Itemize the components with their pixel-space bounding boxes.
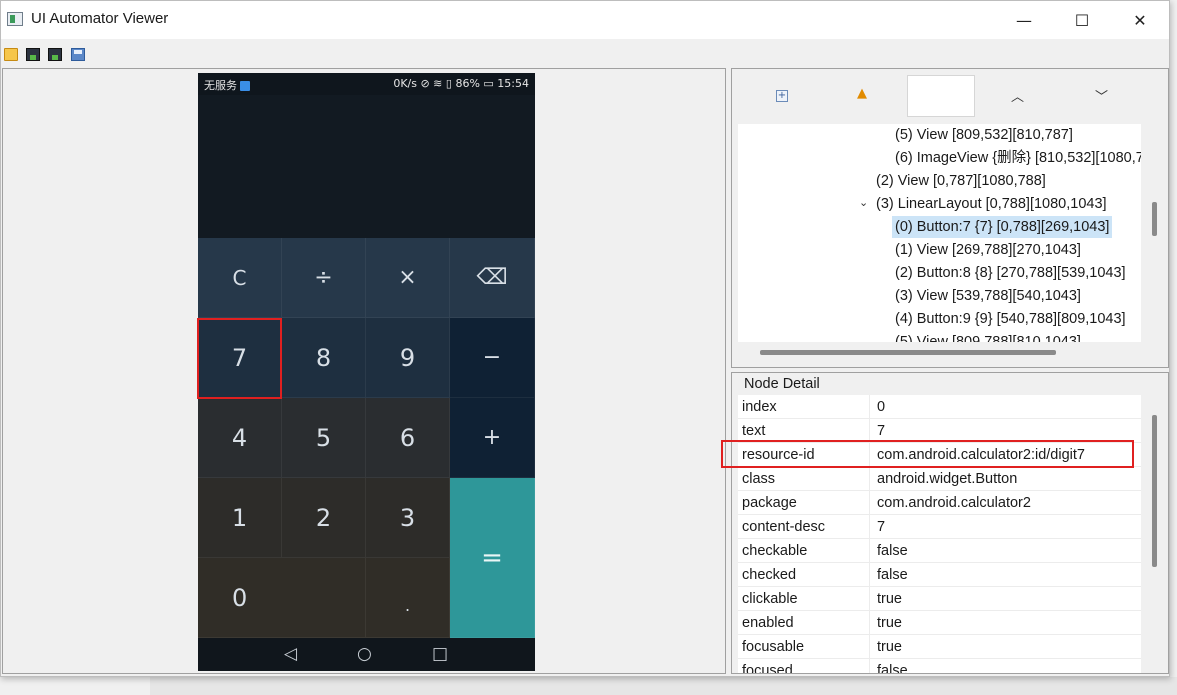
hierarchy-toolbar: + ▲ ︿ ﹀: [732, 69, 1168, 123]
detail-row[interactable]: focused false: [738, 659, 1141, 674]
warning-icon[interactable]: ▲: [857, 86, 867, 101]
detail-row[interactable]: checked false: [738, 563, 1141, 587]
collapse-toggle-icon[interactable]: ⌄: [859, 196, 868, 209]
delete-icon[interactable]: ⌫: [450, 238, 535, 318]
detail-value: android.widget.Button: [877, 471, 1018, 487]
digit-4-key[interactable]: 4: [198, 398, 282, 478]
digit-8-key[interactable]: 8: [282, 318, 366, 398]
chevron-up-icon[interactable]: ︿: [1011, 86, 1024, 105]
detail-key: index: [742, 395, 870, 419]
decimal-key[interactable]: .: [366, 558, 450, 638]
detail-key: clickable: [742, 587, 870, 611]
detail-key: checked: [742, 563, 870, 587]
main-toolbar: [1, 39, 1169, 67]
node-detail-label: Node Detail: [742, 376, 822, 392]
detail-key: checkable: [742, 539, 870, 563]
digit-9-key[interactable]: 9: [366, 318, 450, 398]
folder-open-icon[interactable]: [4, 48, 18, 61]
resource-id-highlight: [721, 440, 1134, 468]
digit-6-key[interactable]: 6: [366, 398, 450, 478]
detail-key: package: [742, 491, 870, 515]
minimize-button[interactable]: —: [995, 1, 1053, 39]
digit-1-key[interactable]: 1: [198, 478, 282, 558]
chevron-down-icon[interactable]: ﹀: [1095, 86, 1108, 105]
detail-key: focusable: [742, 635, 870, 659]
detail-key: focused: [742, 659, 870, 673]
calculator-keypad: C ÷ × ⌫ 7 8 9 − 4 5 6 + 1 2 3 0 . =: [198, 238, 535, 638]
detail-vertical-scrollbar[interactable]: [1152, 415, 1157, 567]
tree-node[interactable]: (1) View [269,788][270,1043]: [892, 239, 1084, 261]
tree-node[interactable]: (2) Button:8 {8} [270,788][539,1043]: [892, 262, 1129, 284]
sim-icon: [240, 81, 250, 91]
detail-row[interactable]: enabled true: [738, 611, 1141, 635]
detail-row[interactable]: clickable true: [738, 587, 1141, 611]
detail-key: class: [742, 467, 870, 491]
node-detail-table: index 0 text 7 resource-id com.android.calc…: [738, 395, 1141, 674]
title-bar: UI Automator Viewer — ☐ ✕: [1, 1, 1169, 39]
status-carrier: 无服务: [204, 77, 250, 93]
screenshot-pane: 无服务 0K/s ⊘ ≋ ▯ 86% ▭ 15:54 C ÷ × ⌫ 7 8 9…: [2, 68, 726, 674]
background-strip: [150, 677, 1177, 695]
digit-5-key[interactable]: 5: [282, 398, 366, 478]
selected-node-highlight: [197, 318, 282, 399]
multiply-key[interactable]: ×: [366, 238, 450, 318]
back-icon[interactable]: ◁: [284, 644, 297, 664]
detail-key: content-desc: [742, 515, 870, 539]
detail-key: enabled: [742, 611, 870, 635]
plus-key[interactable]: +: [450, 398, 535, 478]
detail-row[interactable]: package com.android.calculator2: [738, 491, 1141, 515]
divide-key[interactable]: ÷: [282, 238, 366, 318]
android-nav-bar: ◁ ○ □: [198, 638, 535, 671]
detail-value: 7: [877, 519, 886, 535]
detail-row[interactable]: checkable false: [738, 539, 1141, 563]
detail-value: com.android.calculator2: [877, 495, 1031, 511]
tree-vertical-scrollbar[interactable]: [1152, 202, 1157, 236]
detail-row[interactable]: class android.widget.Button: [738, 467, 1141, 491]
equals-key[interactable]: =: [450, 478, 535, 638]
detail-value: false: [877, 543, 908, 559]
detail-value: true: [877, 615, 902, 631]
tree-node-selected[interactable]: (0) Button:7 {7} [0,788][269,1043]: [892, 216, 1113, 238]
search-input[interactable]: [907, 75, 975, 117]
tree-node[interactable]: (5) View [809,532][810,787]: [892, 124, 1076, 146]
detail-value: 0: [877, 399, 886, 415]
tree-horizontal-scrollbar[interactable]: [760, 350, 1056, 355]
digit-0-key[interactable]: 0: [198, 558, 366, 638]
tree-node[interactable]: (3) View [539,788][540,1043]: [892, 285, 1084, 307]
detail-value: true: [877, 639, 902, 655]
detail-row[interactable]: content-desc 7: [738, 515, 1141, 539]
home-icon[interactable]: ○: [357, 644, 372, 664]
tree-node[interactable]: (3) LinearLayout [0,788][1080,1043]: [873, 193, 1110, 215]
detail-value: true: [877, 591, 902, 607]
save-icon[interactable]: [71, 48, 85, 61]
status-bar: 无服务 0K/s ⊘ ≋ ▯ 86% ▭ 15:54: [198, 73, 535, 95]
minus-key[interactable]: −: [450, 318, 535, 398]
digit-3-key[interactable]: 3: [366, 478, 450, 558]
detail-value: false: [877, 663, 908, 674]
close-button[interactable]: ✕: [1111, 1, 1169, 39]
digit-2-key[interactable]: 2: [282, 478, 366, 558]
tree-node[interactable]: (2) View [0,787][1080,788]: [873, 170, 1049, 192]
hierarchy-tree[interactable]: (5) View [809,532][810,787] (6) ImageVie…: [738, 124, 1141, 342]
expand-all-icon[interactable]: +: [776, 90, 788, 102]
recent-apps-icon[interactable]: □: [432, 644, 448, 664]
node-detail-pane: Node Detail index 0 text 7 resource-id com.…: [731, 372, 1169, 674]
maximize-button[interactable]: ☐: [1053, 1, 1111, 39]
tree-node[interactable]: (5) View [809,788][810,1043]: [892, 331, 1084, 342]
device-screenshot-compressed-icon[interactable]: [48, 48, 62, 61]
tree-node[interactable]: (6) ImageView {删除} [810,532][1080,787]: [892, 147, 1141, 169]
window-title: UI Automator Viewer: [31, 10, 169, 27]
tree-node[interactable]: (4) Button:9 {9} [540,788][809,1043]: [892, 308, 1129, 330]
app-icon: [7, 12, 23, 26]
clear-key[interactable]: C: [198, 238, 282, 318]
calculator-display: [198, 95, 535, 238]
device-screenshot-icon[interactable]: [26, 48, 40, 61]
detail-row[interactable]: focusable true: [738, 635, 1141, 659]
status-indicators: 0K/s ⊘ ≋ ▯ 86% ▭ 15:54: [393, 77, 529, 90]
detail-row[interactable]: index 0: [738, 395, 1141, 419]
hierarchy-pane: + ▲ ︿ ﹀ (5) View [809,532][810,787] (6) …: [731, 68, 1169, 368]
app-window: UI Automator Viewer — ☐ ✕ 无服务 0K/s ⊘ ≋ ▯…: [0, 0, 1170, 677]
detail-value: false: [877, 567, 908, 583]
